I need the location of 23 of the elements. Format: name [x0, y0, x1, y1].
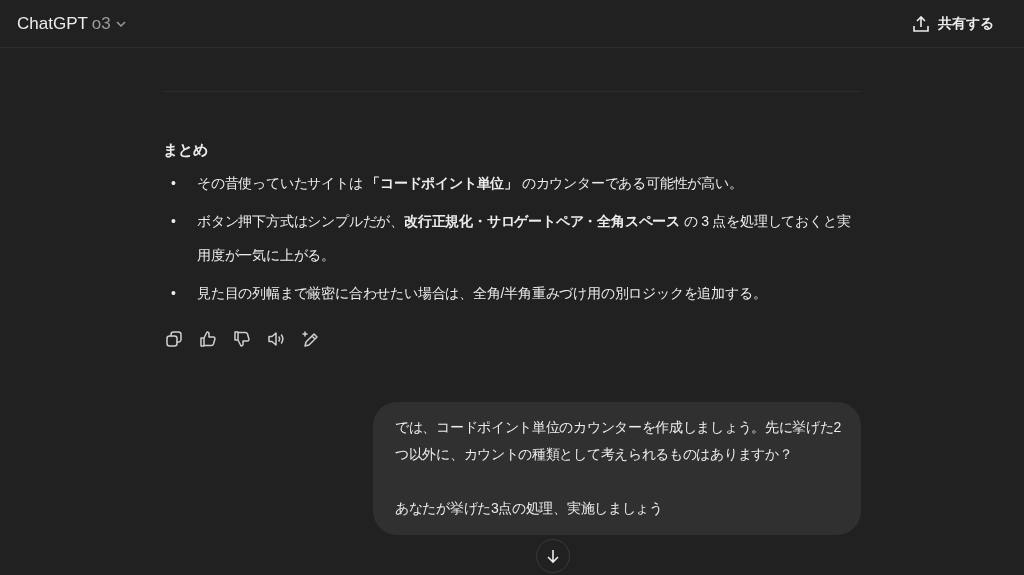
copy-button[interactable] — [163, 328, 185, 350]
message-text: では、コードポイント単位のカウンターを作成しましょう。先に挙げた2つ以外に、カウントの種類として考えられるものはありますか？ — [395, 418, 842, 464]
thumbs-up-button[interactable] — [197, 328, 219, 350]
arrow-down-icon — [545, 548, 561, 564]
speaker-icon — [267, 330, 285, 348]
share-icon — [912, 14, 930, 33]
share-button[interactable]: 共有する — [906, 12, 1000, 35]
bullet-marker: • — [171, 212, 177, 231]
bullet-text: ボタン押下方式はシンプルだが、改行正規化・サロゲートペア・全角スペース の 3 点を処理しておくと実用度が一気に上がる。 — [197, 212, 852, 265]
thumbs-down-icon — [233, 330, 251, 348]
scroll-down-button[interactable] — [536, 539, 570, 573]
message-text: あなたが挙げた3点の処理、実施しましょう — [395, 499, 664, 518]
thumbs-down-button[interactable] — [231, 328, 253, 350]
copy-icon — [165, 330, 183, 348]
pencil-sparkle-icon — [301, 330, 319, 348]
section-heading: まとめ — [163, 140, 209, 160]
bullet-text: その昔使っていたサイトは 「コードポイント単位」 のカウンターである可能性が高い。 — [197, 174, 743, 193]
bullet-marker: • — [171, 174, 177, 193]
model-selector[interactable]: ChatGPT o3 — [17, 10, 127, 37]
bullet-text: 見た目の列幅まで厳密に合わせたい場合は、全角/半角重みづけ用の別ロジックを追加する。 — [197, 284, 767, 303]
thumbs-up-icon — [199, 330, 217, 348]
bullet-marker: • — [171, 284, 177, 303]
pencil-sparkle-button[interactable] — [299, 328, 321, 350]
